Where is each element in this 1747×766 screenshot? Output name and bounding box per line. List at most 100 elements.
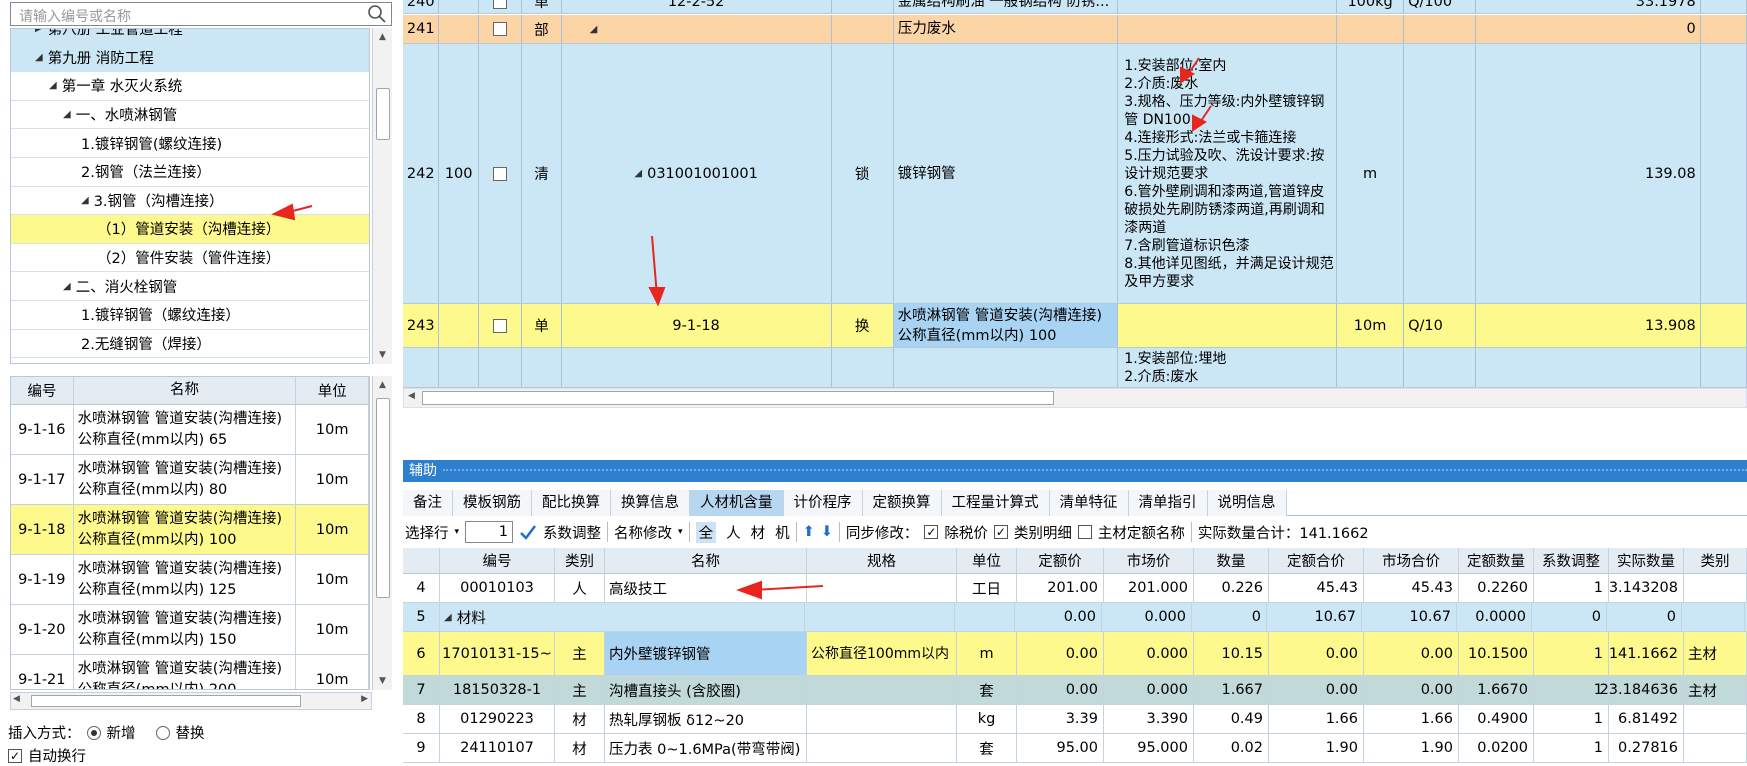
quota-row[interactable]: 9-1-16 水喷淋钢管 管道安装(沟槽连接) 公称直径(mm以内) 65 10m [11,405,369,455]
col-header[interactable]: 单位 [957,548,1017,573]
expr-cell[interactable]: Q/10 [1404,304,1477,347]
row-checkbox[interactable] [493,166,508,181]
cell-code[interactable]: 00010103 [440,574,555,602]
quota-list-scrollbar[interactable]: ▲ ▼ [372,376,392,690]
cell-qqty[interactable]: 10.1500 [1459,632,1534,675]
cell-coef[interactable]: 1 [1534,574,1609,602]
qty-cell[interactable] [1476,348,1701,387]
cell-msum[interactable]: 45.43 [1364,574,1459,602]
cell-unit[interactable] [955,603,1015,631]
cell-qty[interactable]: 0.226 [1194,574,1269,602]
cell-kind[interactable] [1682,603,1745,631]
qty-cell[interactable]: 0 [1476,15,1701,43]
table-row[interactable]: 1.安装部位:埋地 2.介质:废水 [403,348,1747,388]
collapse-icon[interactable]: ◢ [63,109,71,120]
cell-qqty[interactable]: 0.0200 [1459,734,1534,762]
cell-mp[interactable]: 0.000 [1104,676,1194,704]
scroll-thumb[interactable] [31,695,301,707]
col-header[interactable]: 定额价 [1017,548,1104,573]
quota-row[interactable]: 9-1-19 水喷淋钢管 管道安装(沟槽连接) 公称直径(mm以内) 125 10m [11,555,369,605]
collapse-icon[interactable]: ◢ [590,24,598,35]
feature-cell[interactable]: 1.安装部位:埋地 2.介质:废水 [1118,348,1338,387]
code-cell[interactable]: 9-1-18 [562,304,832,347]
tree-item[interactable]: ◢ 二、消火栓钢管 [11,272,369,301]
cell-name[interactable]: 内外壁镀锌钢管 [605,632,807,675]
cell-mp[interactable]: 0.000 [1102,603,1192,631]
filter-button[interactable]: 全 [695,521,717,543]
table-row[interactable]: 241 部 ◢ 压力废水 0 [403,15,1747,44]
feature-cell[interactable] [1118,304,1338,347]
cell-qsum[interactable]: 0.00 [1269,676,1364,704]
name-modify-button[interactable]: 名称修改 [614,522,672,543]
cell-qqty[interactable]: 0.0000 [1457,603,1532,631]
collapse-icon[interactable]: ◢ [634,168,642,179]
quota-row[interactable]: 9-1-20 水喷淋钢管 管道安装(沟槽连接) 公称直径(mm以内) 150 10m [11,605,369,655]
tab-6[interactable]: 定额换算 [862,490,942,516]
cell-name[interactable]: 沟槽直接头 (含胶圈) [605,676,807,704]
cell-cat[interactable]: 人 [555,574,605,602]
lock-cell[interactable]: 锁 [832,44,894,303]
row-checkbox[interactable] [493,22,508,36]
tree-item[interactable]: ◢ 一、水喷淋钢管 [11,101,369,130]
name-cell[interactable]: 水喷淋钢管 管道安装(沟槽连接) 公称直径(mm以内) 100 [893,304,1119,347]
tab-4[interactable]: 人材机含量 [690,490,784,516]
scroll-left-icon[interactable]: ◀ [13,694,20,704]
cell-msum[interactable]: 0.00 [1364,632,1459,675]
category-detail-checkbox[interactable]: ✓ [993,525,1008,539]
cell-coef[interactable]: 1 [1534,632,1609,675]
col-header[interactable]: 类别 [555,548,605,573]
collapse-icon[interactable]: ◢ [81,195,89,206]
expr-cell[interactable] [1404,348,1477,387]
coef-adjust-button[interactable]: 系数调整 [543,522,601,543]
filter-button[interactable]: 机 [775,522,790,543]
auto-wrap-checkbox[interactable]: ✓ [8,748,22,763]
table-row[interactable]: 240 单 12-2-52 金属结构刷油 一般钢结构 防锈... 100kg Q… [403,0,1747,14]
cell-unit[interactable]: m [957,632,1017,675]
cell-qty[interactable]: 1.667 [1194,676,1269,704]
search-icon[interactable] [367,4,387,24]
cell-act[interactable]: 3.143208 [1609,574,1684,602]
scroll-thumb[interactable] [376,398,390,598]
cell-name[interactable]: 压力表 0~1.6MPa(带弯带阀) [605,734,807,762]
cell-coef[interactable]: 1 [1534,734,1609,762]
code-cell[interactable]: ◢ 031001001001 [562,44,832,303]
check-icon[interactable] [519,524,537,540]
expr-cell[interactable] [1404,15,1477,43]
tab-8[interactable]: 清单特征 [1049,490,1129,516]
collapse-icon[interactable]: ◢ [63,281,71,292]
feature-cell[interactable]: 1.安装部位:室内 2.介质:废水 3.规格、压力等级:内外壁镀锌钢管 DN100 4… [1118,44,1338,303]
excl-tax-checkbox[interactable]: ✓ [924,525,939,539]
col-header[interactable]: 名称 [605,548,807,573]
qty-cell[interactable]: 13.908 [1476,304,1701,347]
material-row[interactable]: 9 24110107 材压力表 0~1.6MPa(带弯带阀) 套 95.00 95.000… [403,734,1747,763]
cell-spec[interactable] [807,676,957,704]
tree-scrollbar[interactable]: ▲ ▼ [372,28,392,364]
swap-cell[interactable]: 换 [832,304,894,347]
cell-spec[interactable]: 公称直径100mm以内 [807,632,957,675]
cell-kind[interactable] [1684,574,1747,602]
code-cell[interactable]: 12-2-52 [562,0,832,13]
qty-cell[interactable]: 139.08 [1476,44,1701,303]
cell-mp[interactable]: 3.390 [1104,705,1194,733]
move-down-icon[interactable]: ⬇ [821,524,833,540]
cell-name[interactable]: 高级技工 [605,574,807,602]
cell-cat[interactable]: 主 [555,676,605,704]
cell-cat[interactable]: 材 [555,734,605,762]
tree-item[interactable]: 2.无缝钢管（焊接） [11,330,369,359]
cell-qsum[interactable]: 1.90 [1269,734,1364,762]
col-header[interactable]: 系数调整 [1534,548,1609,573]
cell-unit[interactable]: 工日 [957,574,1017,602]
quota-list-hscrollbar[interactable]: ◀ ▶ [10,692,372,710]
expr-cell[interactable] [1404,44,1477,303]
tree-item[interactable]: ◢ 第九册 消防工程 [11,43,369,73]
scroll-thumb[interactable] [422,391,1054,405]
name-cell[interactable]: 压力废水 [894,15,1119,43]
scroll-down-icon[interactable]: ▼ [373,346,392,364]
cell-code[interactable]: 17010131-15~ [440,632,555,675]
expr-cell[interactable]: Q/100 [1404,0,1477,13]
col-header[interactable]: 市场合价 [1364,548,1459,573]
cell-spec[interactable] [805,603,955,631]
cell-qsum[interactable]: 0.00 [1269,632,1364,675]
cell-qsum[interactable]: 10.67 [1267,603,1362,631]
cell-unit[interactable]: kg [957,705,1017,733]
